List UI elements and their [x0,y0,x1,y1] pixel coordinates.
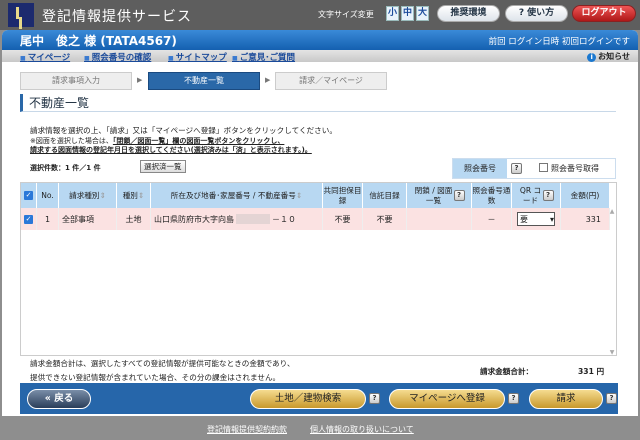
col-trust: 信託目録 [363,183,407,208]
help-button[interactable]: ? 使い方 [505,5,568,22]
font-size-medium-button[interactable]: 中 [401,6,414,21]
notice-link[interactable]: i お知らせ [587,51,630,62]
nav-sitemap[interactable]: サイトマップ [168,51,227,63]
cell-qr: 要 ▾ [512,208,561,230]
help-icon[interactable]: ? [606,393,617,404]
step-input: 請求事項入力 [20,72,132,90]
col-closed: 閉鎖 / 図面一覧? [407,183,472,208]
last-login: 前回 ログイン日時 初回ログインです [488,37,630,47]
recommended-env-button[interactable]: 推奨環境 [437,5,500,22]
cell-inquiry-count: － [472,208,512,230]
help-icon[interactable]: ? [508,393,519,404]
cell-address: 山口県防府市大字向島 －１０ [151,208,323,230]
register-mypage-button[interactable]: マイページへ登録 [389,389,505,409]
top-bar: 登記情報提供サービス 文字サイズ変更 小 中 大 推奨環境 ? 使い方 ログアウ… [0,0,640,30]
sort-icon: ⇕ [295,190,303,200]
inquiry-box: 照会番号 ? 照会番号取得 [452,158,616,179]
action-bar: « 戻る 土地／建物検索 ? マイページへ登録 ? 請求 ? [20,383,618,414]
row-checkbox[interactable]: ✓ [21,208,37,230]
col-joint: 共同担保目録 [323,183,363,208]
col-kind[interactable]: 種別 ⇕ [117,183,151,208]
instruction-2-prefix: ※図面を選択した場合は、 [30,137,113,145]
request-button[interactable]: 請求 [529,389,603,409]
terms-link[interactable]: 登記情報提供契約約款 [207,424,287,435]
font-size-label: 文字サイズ変更 [318,10,374,19]
user-name: 尾中 俊之 様 (TATA4567) [20,34,177,48]
sort-icon: ⇕ [99,190,106,200]
inquiry-checkbox-label: 照会番号取得 [551,164,599,173]
selection-count: 選択件数：1 件／1 件 [30,164,101,172]
instruction-1: 請求情報を選択の上、「請求」又は「マイページへ登録」ボタンをクリックしてください… [30,126,337,135]
step-list: 不動産一覧 [148,72,260,90]
note-2: 提供できない登記情報が含まれていた場合、その分の課金はされません。 [30,373,281,382]
help-icon[interactable]: ? [511,163,522,174]
logout-button[interactable]: ログアウト [572,5,636,22]
nav-bar: マイページ 照会番号の確認 サイトマップ ご意見･ご質問 iお知らせ [2,50,638,63]
page-title: 不動産一覧 [20,94,616,112]
total-label: 請求金額合計： [480,367,534,376]
property-table: ✓ No. 請求種別 ⇕ 種別 ⇕ 所在及び地番･家屋番号 / 不動産番号 ⇕ 共… [20,182,617,356]
nav-inquiry-confirm[interactable]: 照会番号の確認 [84,51,152,63]
inquiry-label: 照会番号 [453,159,507,178]
step-arrow-icon: ▶ [137,76,143,84]
note-1: 請求金額合計は、選択したすべての登記情報が提供可能なときの金額であり、 [30,359,295,368]
col-kind-label: 種別 [122,190,138,200]
instruction-3: 請求する図面情報の登記年月日を選択してください(選択済みは「済」と表示されます。… [30,146,312,154]
info-icon: i [587,53,597,62]
address-text: 山口県防府市大字向島 [154,214,234,224]
help-icon[interactable]: ? [369,393,380,404]
font-size-small-button[interactable]: 小 [386,6,399,21]
notice-label: お知らせ [598,52,630,61]
redacted-block [236,214,270,224]
col-amount: 金額(円) [561,183,610,208]
col-inquiry-count: 照会番号通数 [472,183,512,208]
help-icon[interactable]: ? [542,190,554,201]
property-search-button[interactable]: 土地／建物検索 [250,389,366,409]
col-request-type[interactable]: 請求種別 ⇕ [59,183,117,208]
nav-feedback[interactable]: ご意見･ご質問 [232,51,295,63]
font-size-large-button[interactable]: 大 [416,6,429,21]
col-qr-label: QR コード [519,185,542,205]
col-request-type-label: 請求種別 [69,190,100,200]
instruction-2-bold: 「閉鎖／図面一覧」欄の図面一覧ボタンをクリックし、 [112,137,285,145]
select-all-checkbox[interactable]: ✓ [21,183,37,208]
nav-mypage[interactable]: マイページ [20,51,70,63]
cell-no: 1 [37,208,59,230]
help-icon[interactable]: ? [453,190,465,201]
qr-value: 要 [520,214,528,224]
app-title: 登記情報提供サービス [42,9,192,25]
cell-closed [407,208,472,230]
col-address[interactable]: 所在及び地番･家屋番号 / 不動産番号 ⇕ [151,183,323,208]
col-closed-label: 閉鎖 / 図面一覧 [414,185,453,205]
col-address-label: 所在及び地番･家屋番号 / 不動産番号 [170,190,296,200]
scrollbar[interactable]: ▲ ▼ [608,208,616,356]
step-request: 請求／マイページ [275,72,387,90]
total-value: 331 円 [578,367,605,376]
back-button[interactable]: « 戻る [27,389,91,409]
cell-trust: 不要 [363,208,407,230]
privacy-link[interactable]: 個人情報の取り扱いについて [310,424,414,435]
scroll-up-icon: ▲ [609,208,615,215]
scroll-down-icon: ▼ [609,349,615,356]
chevron-down-icon: ▾ [549,214,554,224]
cell-amount: 331 [561,208,610,230]
selected-list-button[interactable]: 選択済一覧 [140,160,186,173]
col-qr: QR コード? [512,183,561,208]
step-arrow-icon: ▶ [265,76,271,84]
address-suffix: －１０ [272,214,296,224]
cell-request-type: 全部事項 [59,208,117,230]
sort-icon: ⇕ [137,190,145,200]
user-header: 尾中 俊之 様 (TATA4567) 前回 ログイン日時 初回ログインです [2,30,638,50]
cell-kind: 土地 [117,208,151,230]
logo [8,3,34,27]
qr-select[interactable]: 要 ▾ [517,212,555,226]
cell-joint: 不要 [323,208,363,230]
main-panel: 尾中 俊之 様 (TATA4567) 前回 ログイン日時 初回ログインです マイ… [2,30,638,416]
inquiry-checkbox[interactable] [539,163,548,172]
col-no: No. [37,183,59,208]
